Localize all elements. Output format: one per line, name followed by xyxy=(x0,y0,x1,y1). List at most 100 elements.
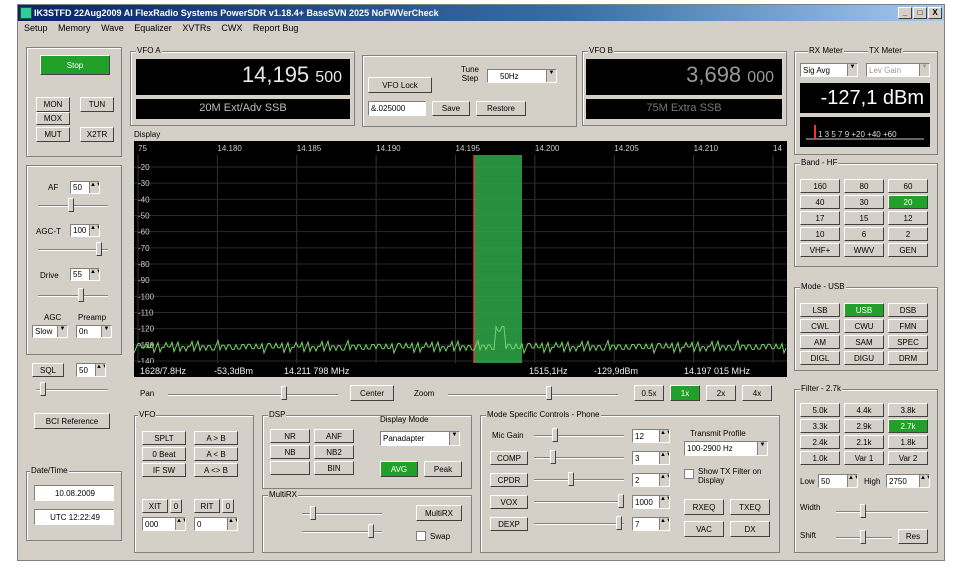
multirx-slider-2-thumb[interactable] xyxy=(368,524,374,538)
pan-slider-thumb[interactable] xyxy=(281,386,287,400)
vox-button[interactable]: VOX xyxy=(490,495,528,509)
band-2-button[interactable]: 2 xyxy=(888,227,928,241)
filter-reset-button[interactable]: Res xyxy=(898,529,928,544)
vox-thumb[interactable] xyxy=(618,494,624,508)
comp-thumb[interactable] xyxy=(550,450,556,464)
tun-button[interactable]: TUN xyxy=(80,97,114,112)
agct-slider-thumb[interactable] xyxy=(96,242,102,256)
zoom-2x-button[interactable]: 2x xyxy=(706,385,736,401)
filter-5-0k-button[interactable]: 5.0k xyxy=(800,403,840,417)
band-vhf--button[interactable]: VHF+ xyxy=(800,243,840,257)
zoom-0-5x-button[interactable]: 0.5x xyxy=(634,385,664,401)
cpdr-slider[interactable] xyxy=(534,479,624,481)
rit-field[interactable]: 0 ▲▼ xyxy=(194,517,238,531)
filter-width-thumb[interactable] xyxy=(860,504,866,518)
comp-spin-icon[interactable]: ▲▼ xyxy=(659,452,669,464)
menu-setup[interactable]: Setup xyxy=(24,23,48,33)
vox-slider[interactable] xyxy=(534,501,624,503)
drive-field[interactable]: 55 ▲▼ xyxy=(70,268,100,281)
multirx-slider-1-thumb[interactable] xyxy=(310,506,316,520)
split-button[interactable]: SPLT xyxy=(142,431,186,445)
zoom-slider-thumb[interactable] xyxy=(546,386,552,400)
menu-equalizer[interactable]: Equalizer xyxy=(134,23,172,33)
swap-checkbox[interactable] xyxy=(416,531,426,541)
nb2-button[interactable]: NB2 xyxy=(314,445,354,459)
band-30-button[interactable]: 30 xyxy=(844,195,884,209)
multirx-button[interactable]: MultiRX xyxy=(416,505,462,521)
show-tx-filter-checkbox[interactable] xyxy=(684,469,694,479)
mode-sam-button[interactable]: SAM xyxy=(844,335,884,349)
band-12-button[interactable]: 12 xyxy=(888,211,928,225)
mut-button[interactable]: MUT xyxy=(36,127,70,142)
filter-width-slider[interactable] xyxy=(836,511,928,513)
vox-spin-icon[interactable]: ▲▼ xyxy=(659,496,669,508)
comp-slider[interactable] xyxy=(534,457,624,459)
band-17-button[interactable]: 17 xyxy=(800,211,840,225)
band-80-button[interactable]: 80 xyxy=(844,179,884,193)
dexp-field[interactable]: 7 ▲▼ xyxy=(632,517,670,531)
filter-3-8k-button[interactable]: 3.8k xyxy=(888,403,928,417)
avg-button[interactable]: AVG xyxy=(380,461,418,477)
blank-dsp-button[interactable] xyxy=(270,461,310,475)
filter-low-spin-icon[interactable]: ▲▼ xyxy=(847,475,857,487)
mode-cwl-button[interactable]: CWL xyxy=(800,319,840,333)
sql-field[interactable]: 50 ▲▼ xyxy=(76,363,106,377)
mode-lsb-button[interactable]: LSB xyxy=(800,303,840,317)
preamp-dropdown-icon[interactable]: ▼ xyxy=(101,326,111,337)
filter-high-spin-icon[interactable]: ▲▼ xyxy=(919,475,929,487)
display-mode-dropdown-icon[interactable]: ▼ xyxy=(449,432,459,445)
band-40-button[interactable]: 40 xyxy=(800,195,840,209)
restore-button[interactable]: Restore xyxy=(476,101,526,116)
if-sw-button[interactable]: IF SW xyxy=(142,463,186,477)
rx-meter-dropdown-icon[interactable]: ▼ xyxy=(847,64,857,76)
bci-reference-button[interactable]: BCI Reference xyxy=(34,413,110,429)
vac-button[interactable]: VAC xyxy=(684,521,724,537)
mon-button[interactable]: MON xyxy=(36,97,70,112)
rx-meter-select[interactable]: Sig Avg ▼ xyxy=(800,63,858,77)
zoom-slider[interactable] xyxy=(448,394,618,396)
mode-digu-button[interactable]: DIGU xyxy=(844,351,884,365)
agc-dropdown-icon[interactable]: ▼ xyxy=(57,326,67,337)
start-stop-button[interactable]: Stop xyxy=(40,55,110,75)
menu-wave[interactable]: Wave xyxy=(101,23,124,33)
vfo-a-frequency[interactable]: 14,195 500 xyxy=(136,59,350,95)
xit-clear-button[interactable]: 0 xyxy=(170,499,182,513)
display-mode-select[interactable]: Panadapter ▼ xyxy=(380,431,460,446)
band-60-button[interactable]: 60 xyxy=(888,179,928,193)
swap-ab-button[interactable]: A <> B xyxy=(194,463,238,477)
zoom-4x-button[interactable]: 4x xyxy=(742,385,772,401)
dexp-thumb[interactable] xyxy=(616,516,622,530)
tx-meter-select[interactable]: Lev Gain ▼ xyxy=(866,63,930,77)
comp-field[interactable]: 3 ▲▼ xyxy=(632,451,670,465)
filter-shift-thumb[interactable] xyxy=(860,530,866,544)
close-button[interactable]: X xyxy=(928,7,942,19)
mic-gain-spin-icon[interactable]: ▲▼ xyxy=(659,430,669,442)
nr-button[interactable]: NR xyxy=(270,429,310,443)
pan-slider[interactable] xyxy=(168,394,338,396)
a-to-b-button[interactable]: A > B xyxy=(194,431,238,445)
band-10-button[interactable]: 10 xyxy=(800,227,840,241)
cpdr-spin-icon[interactable]: ▲▼ xyxy=(659,474,669,486)
mode-drm-button[interactable]: DRM xyxy=(888,351,928,365)
rit-button[interactable]: RIT xyxy=(194,499,220,513)
filter-low-field[interactable]: 50 ▲▼ xyxy=(818,474,858,488)
zoom-1x-button[interactable]: 1x xyxy=(670,385,700,401)
dexp-button[interactable]: DEXP xyxy=(490,517,528,531)
mic-gain-field[interactable]: 12 ▲▼ xyxy=(632,429,670,443)
menu-xvtrs[interactable]: XVTRs xyxy=(182,23,211,33)
filter-1-0k-button[interactable]: 1.0k xyxy=(800,451,840,465)
memory-freq-field[interactable]: &.025000 xyxy=(368,101,426,116)
tx-profile-dropdown-icon[interactable]: ▼ xyxy=(757,442,767,455)
af-field[interactable]: 50 ▲▼ xyxy=(70,181,100,194)
filter-2-4k-button[interactable]: 2.4k xyxy=(800,435,840,449)
af-spin-icon[interactable]: ▲▼ xyxy=(89,182,99,193)
dexp-spin-icon[interactable]: ▲▼ xyxy=(659,518,669,530)
mode-cwu-button[interactable]: CWU xyxy=(844,319,884,333)
filter-2-1k-button[interactable]: 2.1k xyxy=(844,435,884,449)
menu-report-bug[interactable]: Report Bug xyxy=(253,23,299,33)
mode-fmn-button[interactable]: FMN xyxy=(888,319,928,333)
xit-spin-icon[interactable]: ▲▼ xyxy=(175,518,185,530)
dx-button[interactable]: DX xyxy=(730,521,770,537)
band-20-button[interactable]: 20 xyxy=(888,195,928,209)
save-button[interactable]: Save xyxy=(432,101,470,116)
